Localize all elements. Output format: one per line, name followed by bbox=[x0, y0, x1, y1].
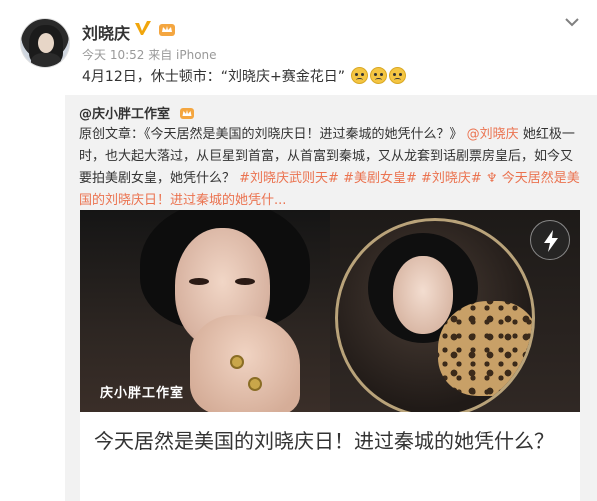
avatar-body bbox=[31, 53, 61, 67]
cover-watermark: 庆小胖工作室 bbox=[100, 386, 185, 401]
post-meta: 今天 10:52 来自 iPhone bbox=[82, 48, 217, 62]
cover-ring bbox=[230, 355, 244, 369]
repost-container: @庆小胖工作室 原创文章：《今天居然是美国的刘晓庆日！进过秦城的她凭什么？》 @… bbox=[65, 95, 597, 501]
cover-left-eye bbox=[189, 278, 209, 285]
avatar-face bbox=[38, 33, 54, 53]
verified-v-icon bbox=[135, 21, 151, 35]
article-cover-image[interactable]: 庆小胖工作室 bbox=[80, 210, 580, 412]
lightning-icon[interactable] bbox=[530, 220, 570, 260]
hashtag-link[interactable]: #刘晓庆# bbox=[421, 171, 482, 186]
member-crown-icon[interactable] bbox=[158, 21, 176, 37]
mention-link[interactable]: @刘晓庆 bbox=[467, 127, 519, 142]
post-text: 4月12日，休士顿市：“刘晓庆+赛金花日” bbox=[82, 66, 407, 86]
article-card-title: 今天居然是美国的刘晓庆日！进过秦城的她凭什么？ bbox=[94, 429, 554, 453]
article-card[interactable]: 今天居然是美国的刘晓庆日！进过秦城的她凭什么？ bbox=[80, 412, 580, 501]
member-crown-icon bbox=[179, 108, 194, 119]
post-header: 刘晓庆 今天 10:52 来自 iPhone 4月12日，休士顿市：“刘晓庆+赛… bbox=[0, 0, 597, 95]
cover-portrait-ring bbox=[335, 218, 535, 412]
hashtag-link[interactable]: #美剧女皇# bbox=[343, 171, 417, 186]
emoji-face-icon bbox=[389, 67, 407, 84]
post-text-content: 4月12日，休士顿市：“刘晓庆+赛金花日” bbox=[82, 69, 345, 85]
cover-leopard bbox=[438, 301, 532, 396]
hashtag-link[interactable]: #刘晓庆武则天# bbox=[239, 171, 339, 186]
emoji-face-icon bbox=[370, 67, 388, 84]
cover-ring bbox=[248, 377, 262, 391]
cover-right-face bbox=[393, 256, 453, 334]
author-name[interactable]: 刘晓庆 bbox=[82, 20, 130, 44]
lightning-icon-glyph bbox=[544, 230, 558, 252]
cover-left-eye bbox=[235, 278, 255, 285]
repost-body: 原创文章：《今天居然是美国的刘晓庆日！进过秦城的她凭什么？》 @刘晓庆 她红极一… bbox=[79, 124, 584, 212]
repost-body-prefix: 原创文章：《今天居然是美国的刘晓庆日！进过秦城的她凭什么？》 bbox=[79, 127, 463, 142]
chevron-down-icon[interactable] bbox=[565, 16, 579, 28]
cover-left-hand bbox=[190, 315, 300, 412]
repost-author-line: @庆小胖工作室 bbox=[79, 103, 195, 122]
avatar[interactable] bbox=[20, 18, 70, 68]
repost-author[interactable]: @庆小胖工作室 bbox=[79, 107, 170, 122]
emoji-face-icon bbox=[351, 67, 369, 84]
